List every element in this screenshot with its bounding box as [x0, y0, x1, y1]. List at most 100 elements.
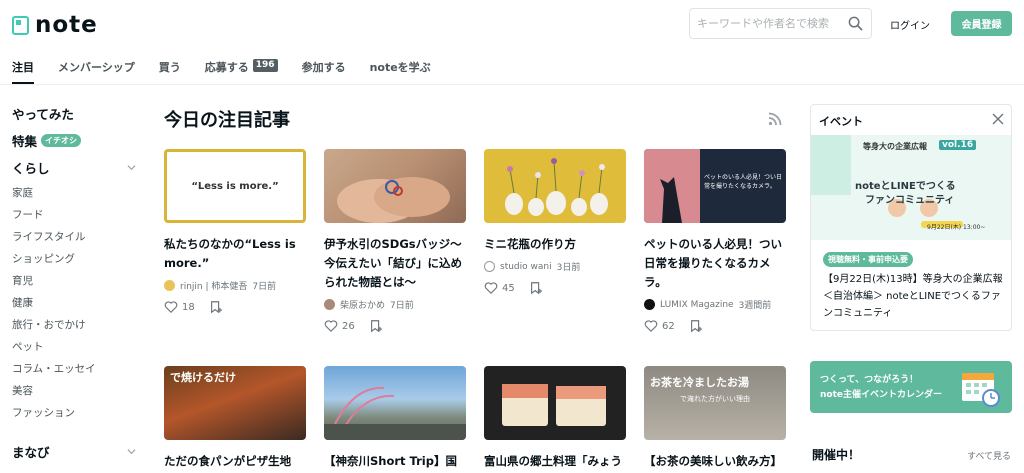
- article-card[interactable]: 伊予水引のSDGsバッジ〜今伝えたい「結び」に込められた物語とは〜 柴原おかめ …: [324, 149, 466, 333]
- sidebar-item-parenting[interactable]: 育児: [12, 269, 136, 291]
- header: note ログイン 会員登録: [0, 0, 1024, 46]
- sidebar-heading-feature[interactable]: 特集 イチオシ: [12, 127, 136, 154]
- thumbnail-text: お茶を冷ましたお湯: [650, 376, 749, 389]
- avatar[interactable]: [324, 299, 335, 310]
- magazine-add-icon[interactable]: [369, 319, 383, 333]
- magazine-add-icon[interactable]: [689, 319, 703, 333]
- note-logo[interactable]: note: [12, 12, 98, 38]
- sidebar-item-home[interactable]: 家庭: [12, 181, 136, 203]
- article-card[interactable]: で焼けるだけ ただの食パンがピザ生地: [164, 366, 306, 471]
- post-time: 7日前: [252, 282, 277, 292]
- article-title[interactable]: ただの食パンがピザ生地: [164, 452, 306, 471]
- article-thumbnail[interactable]: で焼けるだけ: [164, 366, 306, 440]
- heart-icon[interactable]: [484, 281, 498, 295]
- avatar[interactable]: [644, 299, 655, 310]
- article-card[interactable]: 【神奈川Short Trip】国内: [324, 366, 466, 473]
- heart-icon[interactable]: [644, 319, 658, 333]
- magazine-add-icon[interactable]: [209, 300, 223, 314]
- article-meta: LUMIX Magazine 3週間前: [644, 298, 786, 311]
- sidebar-item-travel[interactable]: 旅行・おでかけ: [12, 313, 136, 335]
- tab-join[interactable]: 参加する: [290, 52, 358, 84]
- vases-image: [505, 158, 608, 216]
- login-link[interactable]: ログイン: [890, 17, 930, 32]
- thumbnail-text: “Less is more.”: [191, 180, 279, 192]
- rss-icon[interactable]: [768, 112, 782, 126]
- tab-apply[interactable]: 応募する 196: [193, 52, 290, 84]
- calendar-line1: つくって、つながろう！: [820, 375, 919, 385]
- featured-tag: イチオシ: [41, 134, 82, 147]
- avatar[interactable]: [484, 261, 495, 272]
- like-count: 45: [502, 282, 515, 294]
- chevron-down-icon[interactable]: [127, 447, 136, 456]
- article-title[interactable]: ミニ花瓶の作り方: [484, 235, 626, 254]
- author-name[interactable]: studio wani: [500, 262, 552, 272]
- sidebar-item-beauty[interactable]: 美容: [12, 379, 136, 401]
- like-count: 18: [182, 301, 195, 313]
- event-description[interactable]: 【9月22日(木)13時】等身大の企業広報＜自治体編＞ noteとLINEでつく…: [823, 271, 1005, 322]
- sidebar-heading-label: くらし: [12, 161, 50, 176]
- calendar-text: つくって、つながろう！ note主催イベントカレンダー: [820, 373, 942, 403]
- sidebar-item-fashion[interactable]: ファッション: [12, 401, 136, 423]
- sidebar-item-shopping[interactable]: ショッピング: [12, 247, 136, 269]
- like-count: 26: [342, 320, 355, 332]
- sidebar-heading-tried[interactable]: やってみた: [12, 100, 136, 127]
- tab-label: メンバーシップ: [58, 61, 135, 74]
- tab-featured[interactable]: 注目: [0, 52, 46, 84]
- sidebar-heading-label: 特集: [12, 134, 38, 149]
- section-title: 今日の注目記事: [164, 110, 290, 131]
- avatar[interactable]: [164, 280, 175, 291]
- thumbnail-text: ペットのいる人必見！つい日常を撮りたくなるカメラ。: [704, 174, 783, 190]
- article-card[interactable]: お茶を冷ましたお湯 で淹れた方がいい理由 【お茶の美味しい飲み方】: [644, 366, 786, 471]
- sidebar-heading-life[interactable]: くらし: [12, 154, 136, 181]
- search-icon[interactable]: [848, 16, 863, 31]
- search-input[interactable]: [690, 9, 840, 38]
- tab-learn[interactable]: noteを学ぶ: [358, 52, 443, 84]
- sidebar-item-health[interactable]: 健康: [12, 291, 136, 313]
- tab-label: 注目: [12, 61, 34, 74]
- article-actions: 26: [324, 319, 466, 333]
- heart-icon[interactable]: [164, 300, 178, 314]
- article-thumbnail[interactable]: “Less is more.”: [164, 149, 306, 223]
- article-title[interactable]: 【神奈川Short Trip】国内: [324, 452, 466, 473]
- article-thumbnail[interactable]: [484, 149, 626, 223]
- close-icon[interactable]: [992, 113, 1004, 125]
- sidebar-heading-label: やってみた: [12, 107, 74, 122]
- tab-buy[interactable]: 買う: [147, 52, 193, 84]
- article-actions: 18: [164, 300, 306, 314]
- article-card[interactable]: “Less is more.” 私たちのなかの“Less is more.” r…: [164, 149, 306, 314]
- event-panel: イベント 等身大の企業広報 vol.16 noteとLINEでつくる ファンコミ…: [810, 104, 1012, 331]
- sidebar-item-food[interactable]: フード: [12, 203, 136, 225]
- see-all-link[interactable]: すべて見る: [967, 449, 1011, 462]
- article-title[interactable]: ペットのいる人必見！つい日常を撮りたくなるカメラ。: [644, 235, 786, 292]
- sidebar-item-lifestyle[interactable]: ライフスタイル: [12, 225, 136, 247]
- heart-icon[interactable]: [324, 319, 338, 333]
- tab-membership[interactable]: メンバーシップ: [46, 52, 147, 84]
- author-name[interactable]: rinjin | 柿本健吾: [180, 279, 247, 292]
- tab-label: 参加する: [301, 61, 346, 74]
- sidebar-item-column[interactable]: コラム・エッセイ: [12, 357, 136, 379]
- chevron-down-icon[interactable]: [127, 163, 136, 172]
- article-thumbnail[interactable]: [484, 366, 626, 440]
- sushi-image: [502, 384, 606, 426]
- article-card[interactable]: ミニ花瓶の作り方 studio wani 3日前 45: [484, 149, 626, 295]
- magazine-add-icon[interactable]: [529, 281, 543, 295]
- article-thumbnail[interactable]: [324, 149, 466, 223]
- article-title[interactable]: 富山県の郷土料理「みょう: [484, 452, 626, 471]
- article-thumbnail[interactable]: [324, 366, 466, 440]
- event-calendar-banner[interactable]: つくって、つながろう！ note主催イベントカレンダー: [810, 361, 1012, 413]
- sidebar-item-pet[interactable]: ペット: [12, 335, 136, 357]
- article-card[interactable]: ペットのいる人必見！つい日常を撮りたくなるカメラ。 ペットのいる人必見！つい日常…: [644, 149, 786, 333]
- author-name[interactable]: 柴原おかめ: [340, 298, 385, 311]
- article-thumbnail[interactable]: お茶を冷ましたお湯 で淹れた方がいい理由: [644, 366, 786, 440]
- tab-label: 買う: [158, 61, 181, 74]
- article-thumbnail[interactable]: ペットのいる人必見！つい日常を撮りたくなるカメラ。: [644, 149, 786, 223]
- category-tabs: 注目 メンバーシップ 買う 応募する 196 参加する noteを学ぶ: [0, 52, 443, 84]
- sidebar-heading-learn[interactable]: まなび: [12, 438, 136, 465]
- article-title[interactable]: 私たちのなかの“Less is more.”: [164, 235, 306, 273]
- author-name[interactable]: LUMIX Magazine: [660, 300, 734, 310]
- article-card[interactable]: 富山県の郷土料理「みょう: [484, 366, 626, 471]
- event-banner[interactable]: 等身大の企業広報 vol.16 noteとLINEでつくる ファンコミュニティ …: [811, 135, 1011, 240]
- article-title[interactable]: 【お茶の美味しい飲み方】: [644, 452, 786, 471]
- article-title[interactable]: 伊予水引のSDGsバッジ〜今伝えたい「結び」に込められた物語とは〜: [324, 235, 466, 292]
- signup-button[interactable]: 会員登録: [951, 11, 1012, 36]
